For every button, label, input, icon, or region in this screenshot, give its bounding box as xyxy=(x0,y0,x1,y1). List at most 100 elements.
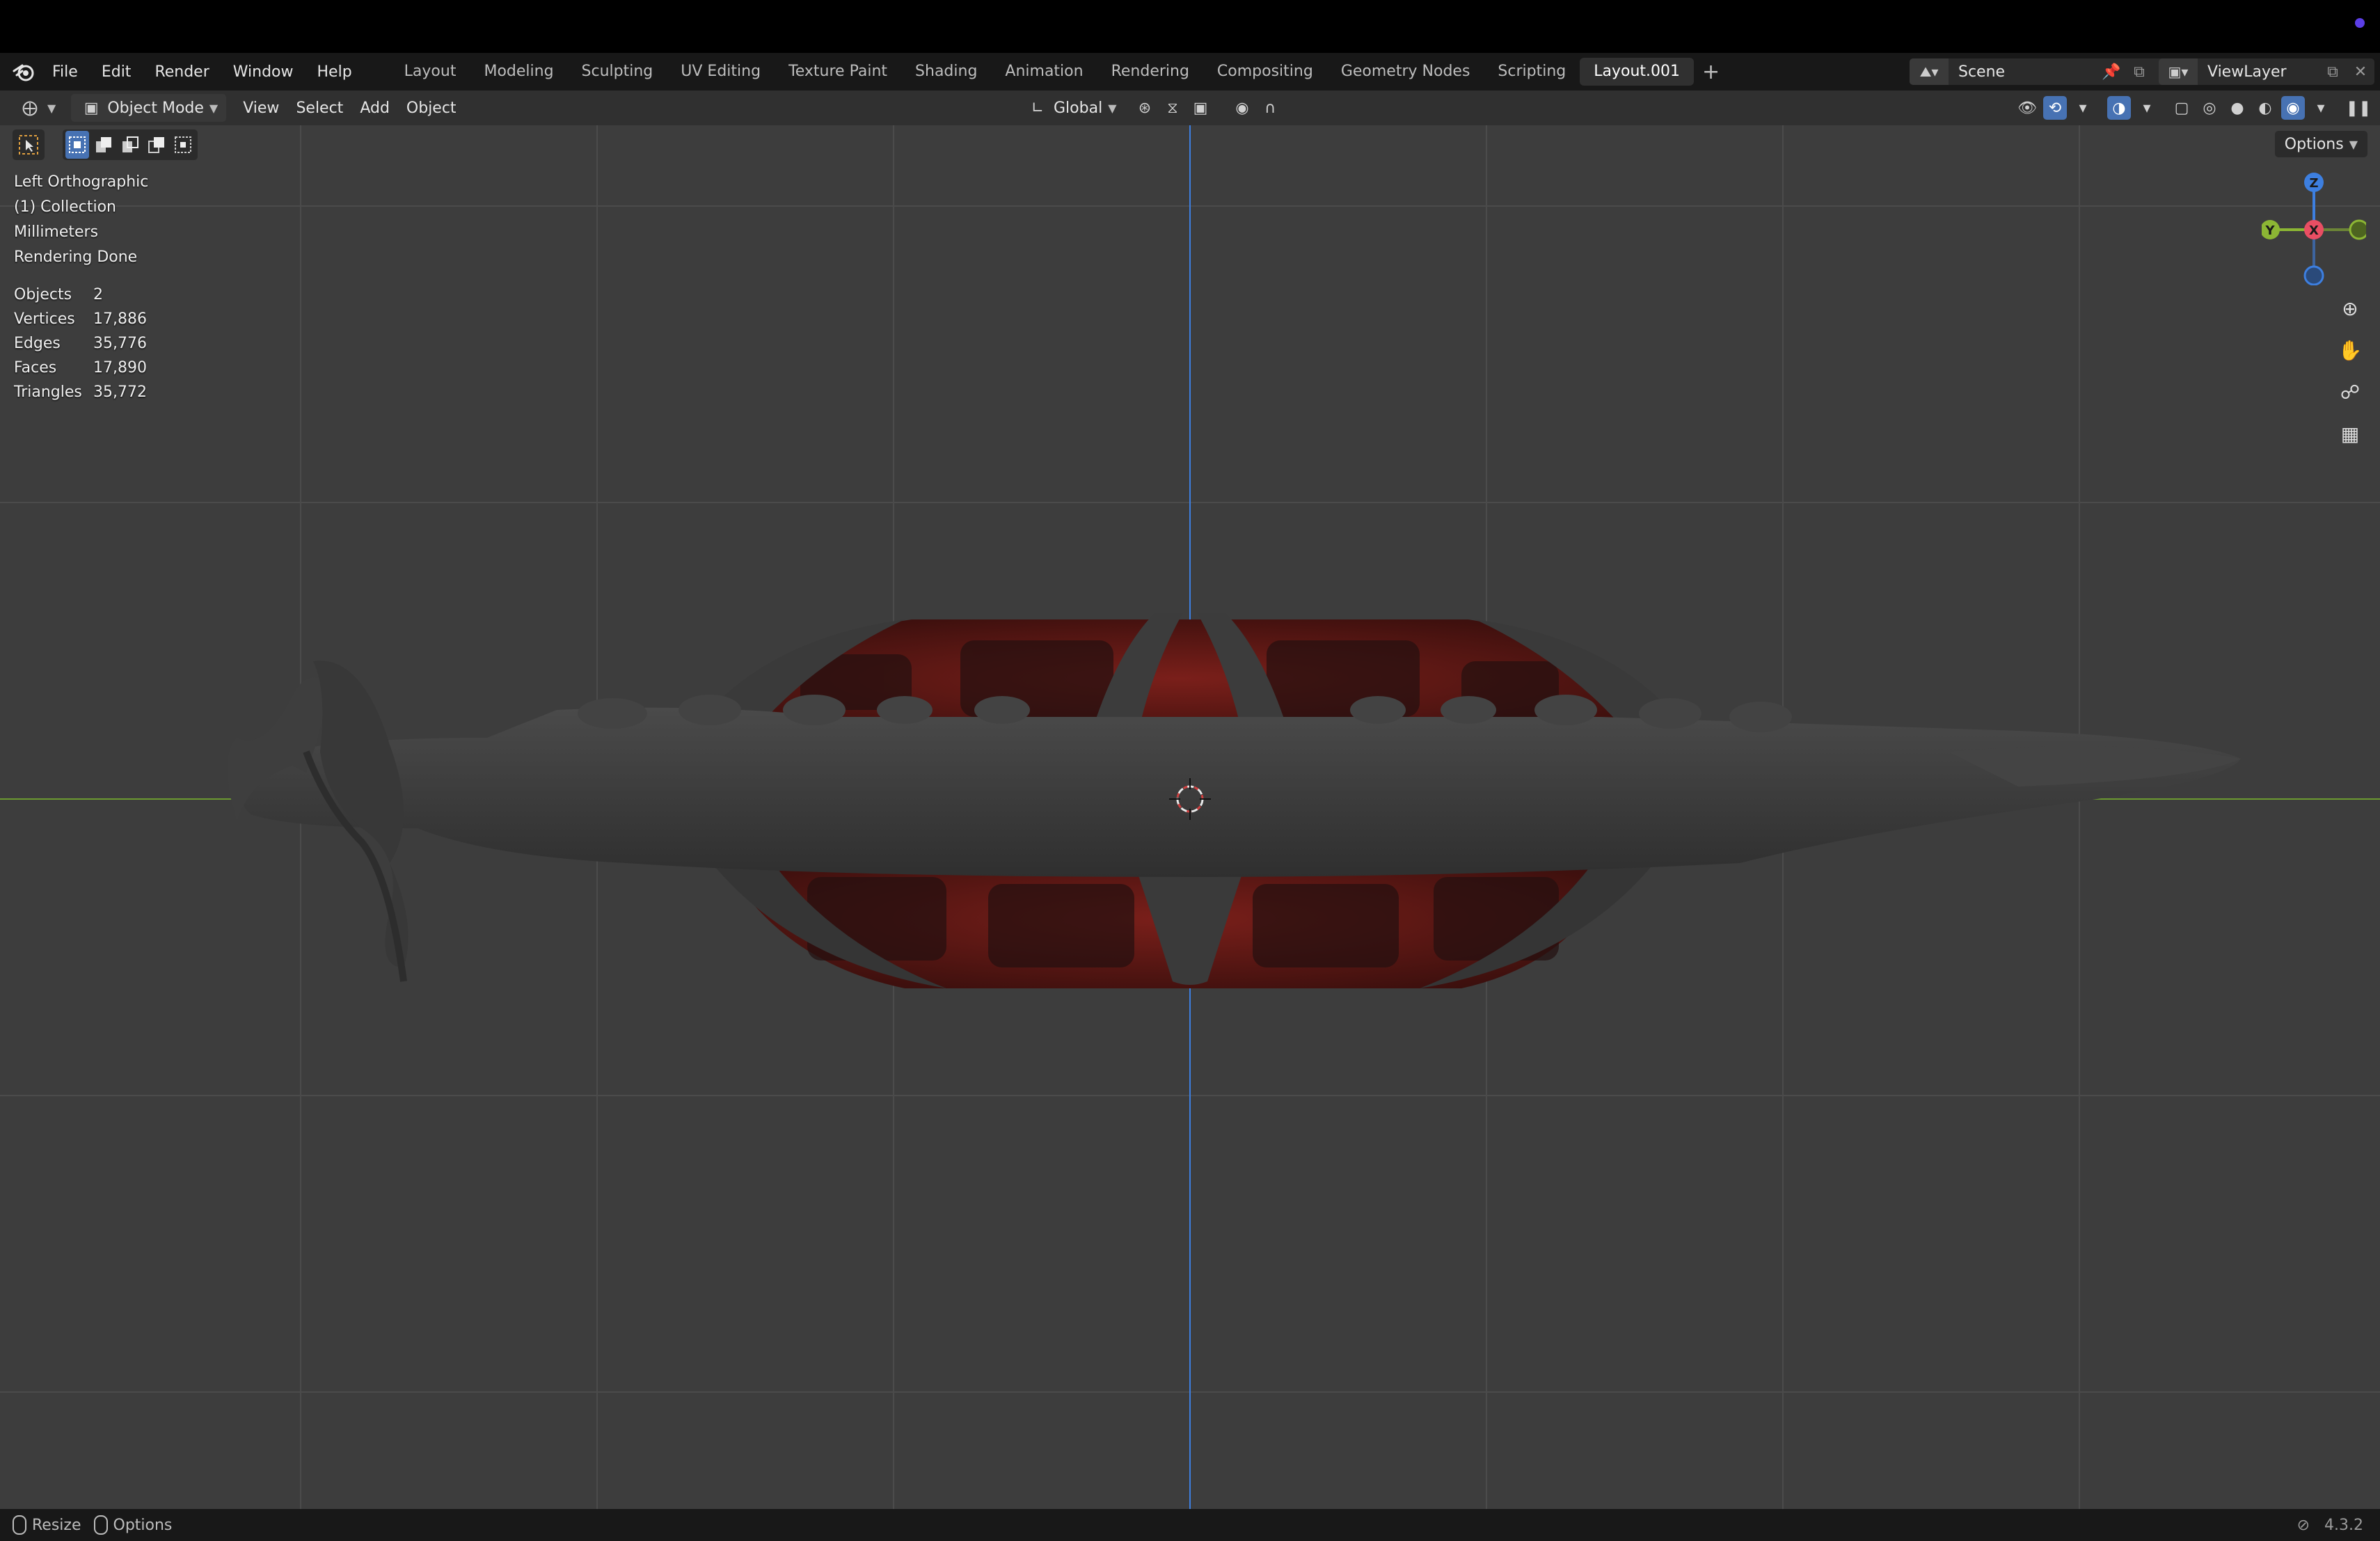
view-layer-icon[interactable]: ▣▾ xyxy=(2159,58,2198,85)
object-mode-icon: ▣ xyxy=(84,99,99,117)
invert-selection-button[interactable] xyxy=(145,131,168,159)
blender-logo-icon[interactable] xyxy=(13,59,38,84)
viewport-canvas xyxy=(0,125,2380,1509)
mode-dropdown[interactable]: ▣ Object Mode ▼ xyxy=(71,94,227,122)
pan-view-button[interactable]: ✋ xyxy=(2333,333,2367,368)
tab-rendering[interactable]: Rendering xyxy=(1097,58,1203,86)
mouse-right-icon xyxy=(93,1515,108,1535)
scene-selector: ⛰▾ Scene 📌 ⧉ ✕ xyxy=(1910,58,2181,85)
extend-selection-button[interactable] xyxy=(92,131,116,159)
status-resize-hint: Resize xyxy=(13,1515,81,1535)
menu-help[interactable]: Help xyxy=(306,63,364,81)
intersect-selection-button[interactable] xyxy=(171,131,195,159)
menu-render[interactable]: Render xyxy=(143,63,221,81)
chevron-down-icon[interactable]: ▾ xyxy=(2309,96,2333,120)
menu-add[interactable]: Add xyxy=(351,94,398,122)
editor-type-button[interactable]: ⨁ ▼ xyxy=(10,94,64,122)
stat-label: Objects xyxy=(14,286,72,303)
notification-dot-icon xyxy=(2355,18,2365,28)
delete-view-layer-icon[interactable]: ✕ xyxy=(2347,63,2374,81)
scene-icon[interactable]: ⛰▾ xyxy=(1910,58,1949,85)
overlays-toggle-icon[interactable]: ◑ xyxy=(2107,96,2131,120)
tab-animation[interactable]: Animation xyxy=(991,58,1097,86)
menu-object[interactable]: Object xyxy=(398,94,465,122)
gizmo-x-axis[interactable]: X xyxy=(2304,220,2324,239)
falloff-icon[interactable]: ∩ xyxy=(1258,96,1282,120)
rendered-shading-icon[interactable]: ◉ xyxy=(2281,96,2305,120)
workspace-tabs: Layout Modeling Sculpting UV Editing Tex… xyxy=(390,58,1729,86)
editor-type-icon: ⨁ xyxy=(22,99,38,117)
menu-select[interactable]: Select xyxy=(287,94,351,122)
pause-render-icon[interactable]: ❚❚ xyxy=(2346,96,2372,120)
tab-sculpting[interactable]: Sculpting xyxy=(568,58,667,86)
add-workspace-button[interactable]: + xyxy=(1694,60,1728,84)
chevron-down-icon: ▼ xyxy=(2349,137,2358,151)
gizmo-z-label: Z xyxy=(2309,176,2318,191)
new-scene-icon[interactable]: ⧉ xyxy=(2125,63,2153,81)
menu-edit[interactable]: Edit xyxy=(90,63,143,81)
chevron-down-icon[interactable]: ▾ xyxy=(2135,96,2159,120)
navigation-gizmo[interactable]: Z Y X xyxy=(2262,167,2366,285)
select-box-tool-button[interactable] xyxy=(13,129,45,160)
transform-orientation-dropdown[interactable]: ∟ Global ▼ xyxy=(1017,94,1125,122)
view-layer-name-field[interactable]: ViewLayer xyxy=(2198,63,2319,81)
mode-label: Object Mode xyxy=(107,99,204,117)
snap-target-icon[interactable]: ▣ xyxy=(1189,96,1212,120)
gizmo-z-axis[interactable]: Z xyxy=(2304,173,2324,192)
set-selection-icon xyxy=(69,136,86,153)
scene-name-field[interactable]: Scene xyxy=(1949,63,2097,81)
options-dropdown[interactable]: Options ▼ xyxy=(2274,131,2367,157)
tab-compositing[interactable]: Compositing xyxy=(1203,58,1327,86)
blender-window: File Edit Render Window Help Layout Mode… xyxy=(0,0,2380,1541)
gizmo-y-axis[interactable]: Y xyxy=(2262,220,2280,239)
visibility-icon[interactable]: 👁 xyxy=(2015,96,2039,120)
menu-window[interactable]: Window xyxy=(221,63,306,81)
tab-layout-001[interactable]: Layout.001 xyxy=(1580,58,1695,86)
gizmo-neg-y-axis[interactable] xyxy=(2349,219,2366,240)
xray-toggle-icon[interactable]: ▢ xyxy=(2170,96,2193,120)
set-selection-button[interactable] xyxy=(65,131,89,159)
proportional-edit-icon[interactable]: ◉ xyxy=(1230,96,1254,120)
view-layer-selector: ▣▾ ViewLayer ⧉ ✕ xyxy=(2159,58,2374,85)
stat-value: 35,776 xyxy=(93,335,147,352)
zoom-view-button[interactable]: ⊕ xyxy=(2333,291,2367,326)
menu-view[interactable]: View xyxy=(235,94,287,122)
tab-layout[interactable]: Layout xyxy=(390,58,470,86)
stat-value: 17,886 xyxy=(93,310,147,328)
spaceship-model[interactable] xyxy=(227,613,2241,988)
tool-row xyxy=(13,129,198,160)
snap-icon[interactable]: ⧖ xyxy=(1161,96,1184,120)
tab-modeling[interactable]: Modeling xyxy=(470,58,567,86)
stat-label: Faces xyxy=(14,359,57,377)
subtract-selection-button[interactable] xyxy=(118,131,142,159)
tab-scripting[interactable]: Scripting xyxy=(1484,58,1580,86)
new-view-layer-icon[interactable]: ⧉ xyxy=(2319,63,2347,81)
mouse-left-icon xyxy=(13,1515,26,1535)
chevron-down-icon: ▼ xyxy=(47,101,56,115)
stat-row: Faces 17,890 xyxy=(14,356,147,380)
pivot-point-icon[interactable]: ⊛ xyxy=(1133,96,1157,120)
camera-view-button[interactable]: ☍ xyxy=(2333,374,2367,409)
chevron-down-icon[interactable]: ▾ xyxy=(2071,96,2095,120)
viewport-display-controls: 👁 ⟲ ▾ ◑ ▾ ▢ ◎ ● ◐ ◉ ▾ ❚❚ xyxy=(2015,96,2372,120)
orientation-label: Global xyxy=(1054,99,1103,117)
chevron-down-icon: ▼ xyxy=(209,101,219,115)
wireframe-shading-icon[interactable]: ◎ xyxy=(2198,96,2221,120)
menu-file[interactable]: File xyxy=(40,63,90,81)
tab-texture-paint[interactable]: Texture Paint xyxy=(775,58,901,86)
gizmo-toggle-icon[interactable]: ⟲ xyxy=(2043,96,2067,120)
tab-geometry-nodes[interactable]: Geometry Nodes xyxy=(1327,58,1484,86)
view-name: Left Orthographic xyxy=(14,173,149,191)
collection-name: (1) Collection xyxy=(14,198,116,216)
gizmo-neg-z-axis[interactable] xyxy=(2303,265,2324,285)
solid-shading-icon[interactable]: ● xyxy=(2226,96,2249,120)
hand-icon: ✋ xyxy=(2338,338,2363,362)
tab-shading[interactable]: Shading xyxy=(901,58,991,86)
tab-uv-editing[interactable]: UV Editing xyxy=(667,58,775,86)
material-shading-icon[interactable]: ◐ xyxy=(2253,96,2277,120)
stat-label: Triangles xyxy=(14,384,82,401)
toggle-projection-button[interactable]: ▦ xyxy=(2333,416,2367,451)
3d-viewport[interactable]: Options ▼ Left Orthographic (1) Collecti… xyxy=(0,125,2380,1509)
intersect-selection-icon xyxy=(175,136,191,153)
pin-icon[interactable]: 📌 xyxy=(2097,63,2125,81)
